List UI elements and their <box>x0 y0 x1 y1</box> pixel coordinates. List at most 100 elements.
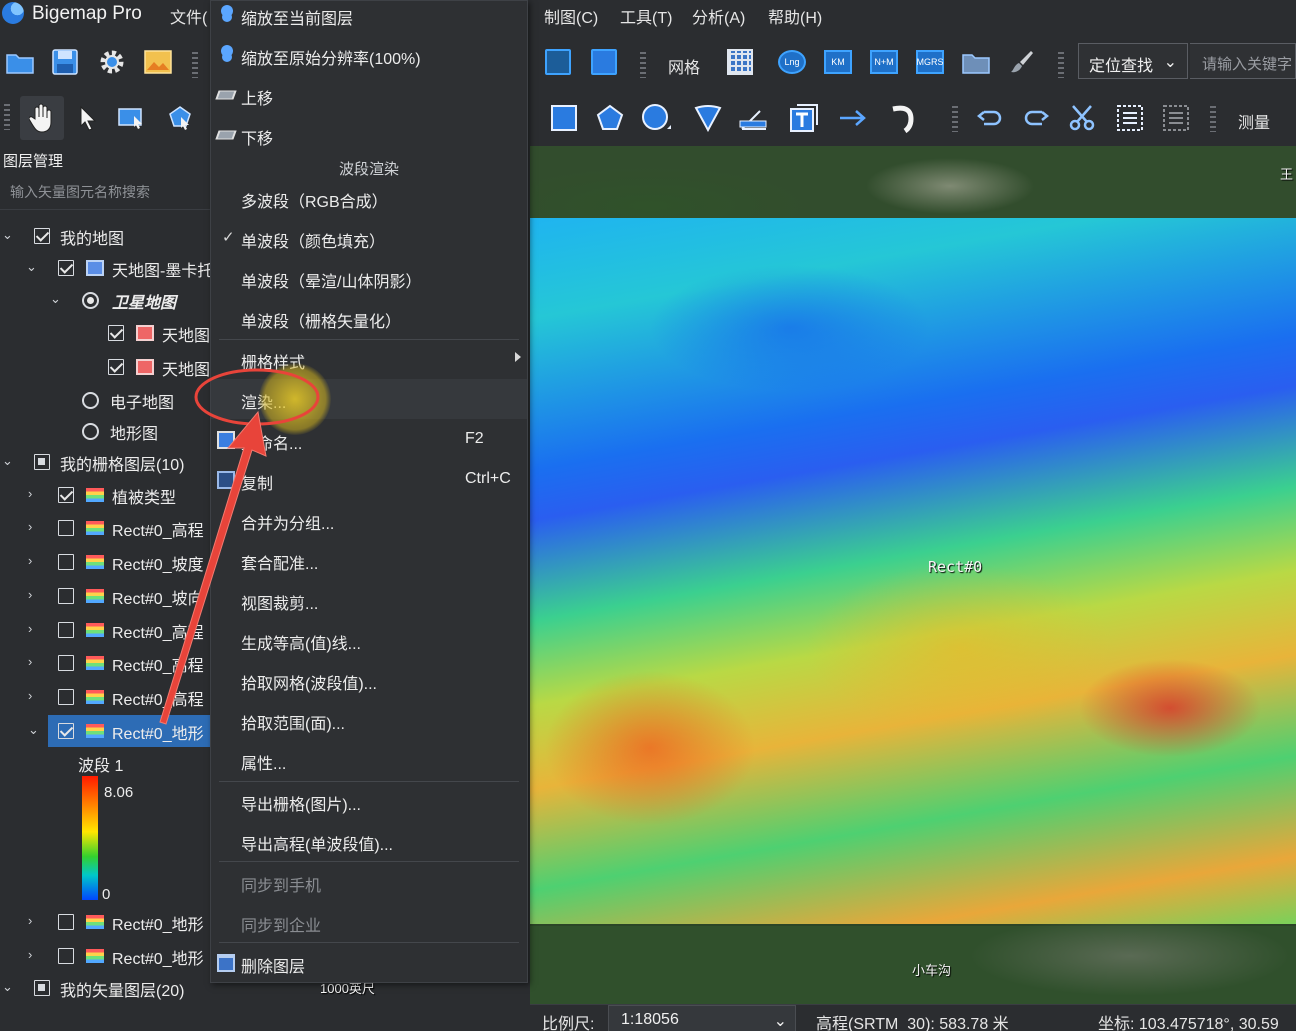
tree-row-electronic-map[interactable]: 电子地图 <box>0 384 210 416</box>
chevron-right-icon[interactable]: › <box>28 688 32 703</box>
clear-grid-button[interactable] <box>1004 44 1040 80</box>
menu-contour[interactable]: 生成等高(值)线... <box>211 620 527 660</box>
image-button[interactable] <box>140 44 176 80</box>
toolbar-grip[interactable] <box>4 104 10 130</box>
open-folder-button[interactable] <box>2 44 38 80</box>
tree-row-raster-item[interactable]: › Rect#0_地形 <box>0 940 210 972</box>
chevron-down-icon[interactable]: ⌄ <box>50 291 61 307</box>
radio[interactable] <box>82 292 99 309</box>
menu-tools[interactable]: 工具(T) <box>620 4 672 28</box>
checkbox[interactable] <box>58 948 74 964</box>
draw-arrow-button[interactable] <box>836 100 872 136</box>
menu-singleband-hillshade[interactable]: 单波段（晕渲/山体阴影） <box>211 258 527 298</box>
chevron-down-icon[interactable]: ⌄ <box>2 453 13 469</box>
tree-row-raster-item[interactable]: › Rect#0_坡度 <box>0 546 210 578</box>
menu-help[interactable]: 帮助(H) <box>768 4 822 28</box>
tree-row-raster-item[interactable]: › Rect#0_坡向 <box>0 580 210 612</box>
tree-row-vector-layers[interactable]: ⌄ 我的矢量图层(20) <box>0 972 210 1004</box>
menu-zoom-original[interactable]: 缩放至原始分辨率(100%) <box>211 35 527 75</box>
toolbar-grip[interactable] <box>1210 106 1216 132</box>
checkbox[interactable] <box>58 520 74 536</box>
menu-export-raster[interactable]: 导出栅格(图片)... <box>211 781 527 821</box>
chevron-right-icon[interactable]: › <box>28 947 32 962</box>
chevron-right-icon[interactable]: › <box>28 553 32 568</box>
mgrs-grid-button[interactable]: MGRS <box>912 44 948 80</box>
grid-folder-button[interactable] <box>958 44 994 80</box>
menu-view-crop[interactable]: 视图裁剪... <box>211 580 527 620</box>
checkbox[interactable] <box>58 723 74 739</box>
tree-row-raster-layers[interactable]: ⌄ 我的栅格图层(10) <box>0 446 210 478</box>
polygon-select-button[interactable] <box>162 100 198 136</box>
checkbox[interactable] <box>58 588 74 604</box>
checkbox[interactable] <box>34 980 50 996</box>
menu-export-elevation[interactable]: 导出高程(单波段值)... <box>211 821 527 861</box>
chevron-right-icon[interactable]: › <box>28 913 32 928</box>
measure-button[interactable]: 测量 <box>1238 109 1270 133</box>
menu-move-up[interactable]: 上移 <box>211 75 527 115</box>
menu-delete-layer[interactable]: 删除图层 <box>211 943 527 983</box>
keyword-search-input[interactable]: 请输入关键字 <box>1190 43 1296 79</box>
draw-line-button[interactable] <box>736 100 772 136</box>
menu-properties[interactable]: 属性... <box>211 740 527 780</box>
grid-button[interactable] <box>722 44 758 80</box>
lnglat-grid-button[interactable]: Lng <box>774 44 810 80</box>
tree-row-raster-item[interactable]: › Rect#0_高程 <box>0 614 210 646</box>
checkbox[interactable] <box>108 325 124 341</box>
draw-text-button[interactable] <box>786 100 822 136</box>
checkbox[interactable] <box>58 487 74 503</box>
tree-row-my-map[interactable]: ⌄ 我的地图 <box>0 220 210 252</box>
menu-pick-grid[interactable]: 拾取网格(波段值)... <box>211 660 527 700</box>
checkbox[interactable] <box>34 454 50 470</box>
toolbar-grip[interactable] <box>640 52 646 78</box>
tree-row-tianditu-mercator[interactable]: ⌄ 天地图-墨卡托 <box>0 252 210 284</box>
map-view[interactable]: Rect#0 王 小车沟 <box>530 146 1296 1004</box>
toolbar-grip[interactable] <box>1058 52 1064 78</box>
draw-rectangle-button[interactable] <box>546 100 582 136</box>
pan-hand-button[interactable] <box>20 96 64 140</box>
tree-row-raster-item[interactable]: › Rect#0_高程 <box>0 512 210 544</box>
locate-search-dropdown[interactable]: 定位查找 ⌄ <box>1078 43 1188 79</box>
draw-sector-button[interactable] <box>690 100 726 136</box>
tree-row-raster-item[interactable]: › Rect#0_高程 <box>0 681 210 713</box>
tree-row-raster-item[interactable]: › Rect#0_地形 <box>0 906 210 938</box>
cut-button[interactable] <box>1064 100 1100 136</box>
chevron-right-icon[interactable]: › <box>28 486 32 501</box>
chevron-right-icon[interactable]: › <box>28 519 32 534</box>
nm-grid-button[interactable]: N+M <box>866 44 902 80</box>
checkbox[interactable] <box>58 689 74 705</box>
menu-registration[interactable]: 套合配准... <box>211 540 527 580</box>
chevron-right-icon[interactable]: › <box>28 587 32 602</box>
chevron-down-icon[interactable]: ⌄ <box>2 227 13 243</box>
tree-row-tianditu-1[interactable]: 天地图 <box>0 317 210 349</box>
menu-analysis[interactable]: 分析(A) <box>692 4 745 28</box>
chevron-down-icon[interactable]: ⌄ <box>26 259 37 275</box>
tree-row-satellite-map[interactable]: ⌄ 卫星地图 <box>0 284 210 316</box>
chevron-right-icon[interactable]: › <box>28 621 32 636</box>
draw-polygon-button[interactable] <box>592 100 628 136</box>
vector-search-input[interactable]: 输入矢量图元名称搜索 <box>0 170 210 210</box>
checkbox[interactable] <box>58 655 74 671</box>
tree-row-raster-item[interactable]: › Rect#0_高程 <box>0 647 210 679</box>
chevron-down-icon[interactable]: ⌄ <box>28 722 39 738</box>
select-all-button[interactable] <box>1112 100 1148 136</box>
deselect-button[interactable] <box>1158 100 1194 136</box>
chevron-right-icon[interactable]: › <box>28 654 32 669</box>
screenshot-select-button[interactable] <box>114 100 150 136</box>
toolbar-grip[interactable] <box>192 52 198 78</box>
redo-button[interactable] <box>1018 100 1054 136</box>
menu-chart[interactable]: 制图(C) <box>544 4 598 28</box>
toolbar-grip[interactable] <box>952 106 958 132</box>
checkbox[interactable] <box>58 554 74 570</box>
fullextent-button[interactable] <box>540 44 576 80</box>
menu-rename[interactable]: 重命名... F2 <box>211 420 527 460</box>
checkbox[interactable] <box>58 260 74 276</box>
draw-curve-button[interactable] <box>886 100 922 136</box>
checkbox[interactable] <box>34 228 50 244</box>
menu-file[interactable]: 文件( <box>170 4 207 28</box>
radio[interactable] <box>82 392 99 409</box>
menu-merge-group[interactable]: 合并为分组... <box>211 500 527 540</box>
menu-singleband-vectorize[interactable]: 单波段（栅格矢量化） <box>211 298 527 338</box>
settings-button[interactable] <box>94 44 130 80</box>
menu-singleband-color[interactable]: ✓ 单波段（颜色填充） <box>211 218 527 258</box>
draw-circle-button[interactable] <box>638 100 674 136</box>
